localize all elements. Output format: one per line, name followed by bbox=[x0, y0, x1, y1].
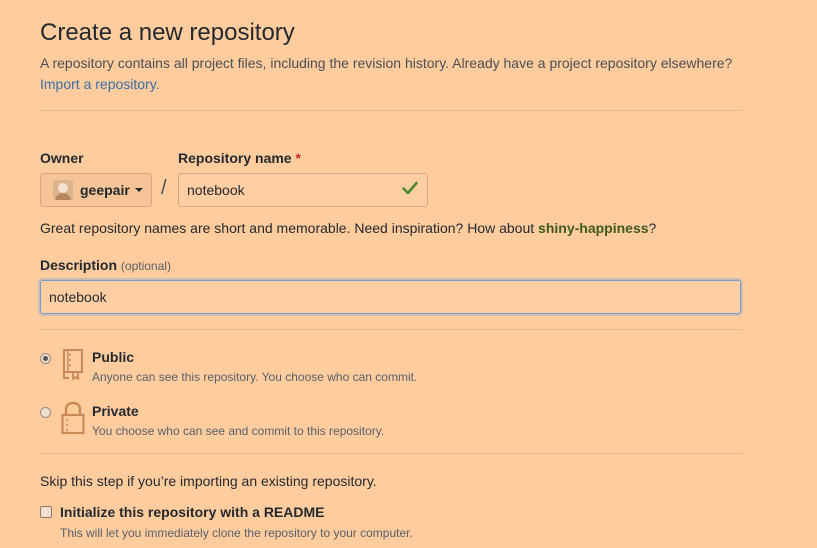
user-avatar bbox=[53, 180, 73, 200]
private-radio[interactable] bbox=[40, 407, 51, 418]
page-title: Create a new repository bbox=[40, 19, 295, 46]
readme-label[interactable]: Initialize this repository with a README bbox=[60, 504, 324, 520]
public-note: Anyone can see this repository. You choo… bbox=[92, 370, 418, 384]
owner-label: Owner bbox=[40, 150, 84, 166]
description-label-text: Description bbox=[40, 257, 118, 273]
description-label: Description (optional) bbox=[40, 257, 171, 273]
intro-text: A repository contains all project files,… bbox=[40, 53, 760, 95]
private-label: Private bbox=[92, 403, 139, 419]
optional-tag: (optional) bbox=[120, 259, 171, 273]
readme-checkbox[interactable] bbox=[40, 506, 52, 518]
public-label: Public bbox=[92, 349, 135, 365]
hint-suffix: ? bbox=[648, 220, 657, 236]
repo-name-input[interactable] bbox=[178, 173, 428, 207]
public-radio[interactable] bbox=[40, 353, 51, 364]
skip-step-text: Skip this step if you’re importing an ex… bbox=[40, 473, 377, 489]
repo-name-field bbox=[178, 173, 428, 207]
lock-icon bbox=[61, 401, 85, 435]
intro-description: A repository contains all project files,… bbox=[40, 55, 733, 71]
divider bbox=[40, 110, 742, 111]
repo-name-label: Repository name * bbox=[178, 150, 301, 166]
readme-note: This will let you immediately clone the … bbox=[60, 526, 413, 540]
repo-name-label-text: Repository name bbox=[178, 150, 292, 166]
owner-repo-separator: / bbox=[161, 177, 167, 199]
private-note: You choose who can see and commit to thi… bbox=[92, 424, 385, 438]
repo-book-icon bbox=[63, 349, 83, 380]
owner-name: geepair bbox=[80, 182, 130, 198]
caret-down-icon bbox=[134, 188, 143, 192]
import-repository-link[interactable]: Import a repository. bbox=[40, 76, 160, 92]
check-icon bbox=[402, 181, 418, 195]
owner-dropdown[interactable]: geepair bbox=[40, 173, 152, 207]
required-asterisk: * bbox=[295, 150, 301, 166]
hint-prefix: Great repository names are short and mem… bbox=[40, 220, 535, 236]
divider bbox=[40, 329, 742, 330]
divider bbox=[40, 453, 742, 454]
name-suggestion[interactable]: shiny-happiness bbox=[538, 220, 648, 236]
name-hint: Great repository names are short and mem… bbox=[40, 220, 656, 236]
description-input[interactable] bbox=[40, 280, 741, 314]
